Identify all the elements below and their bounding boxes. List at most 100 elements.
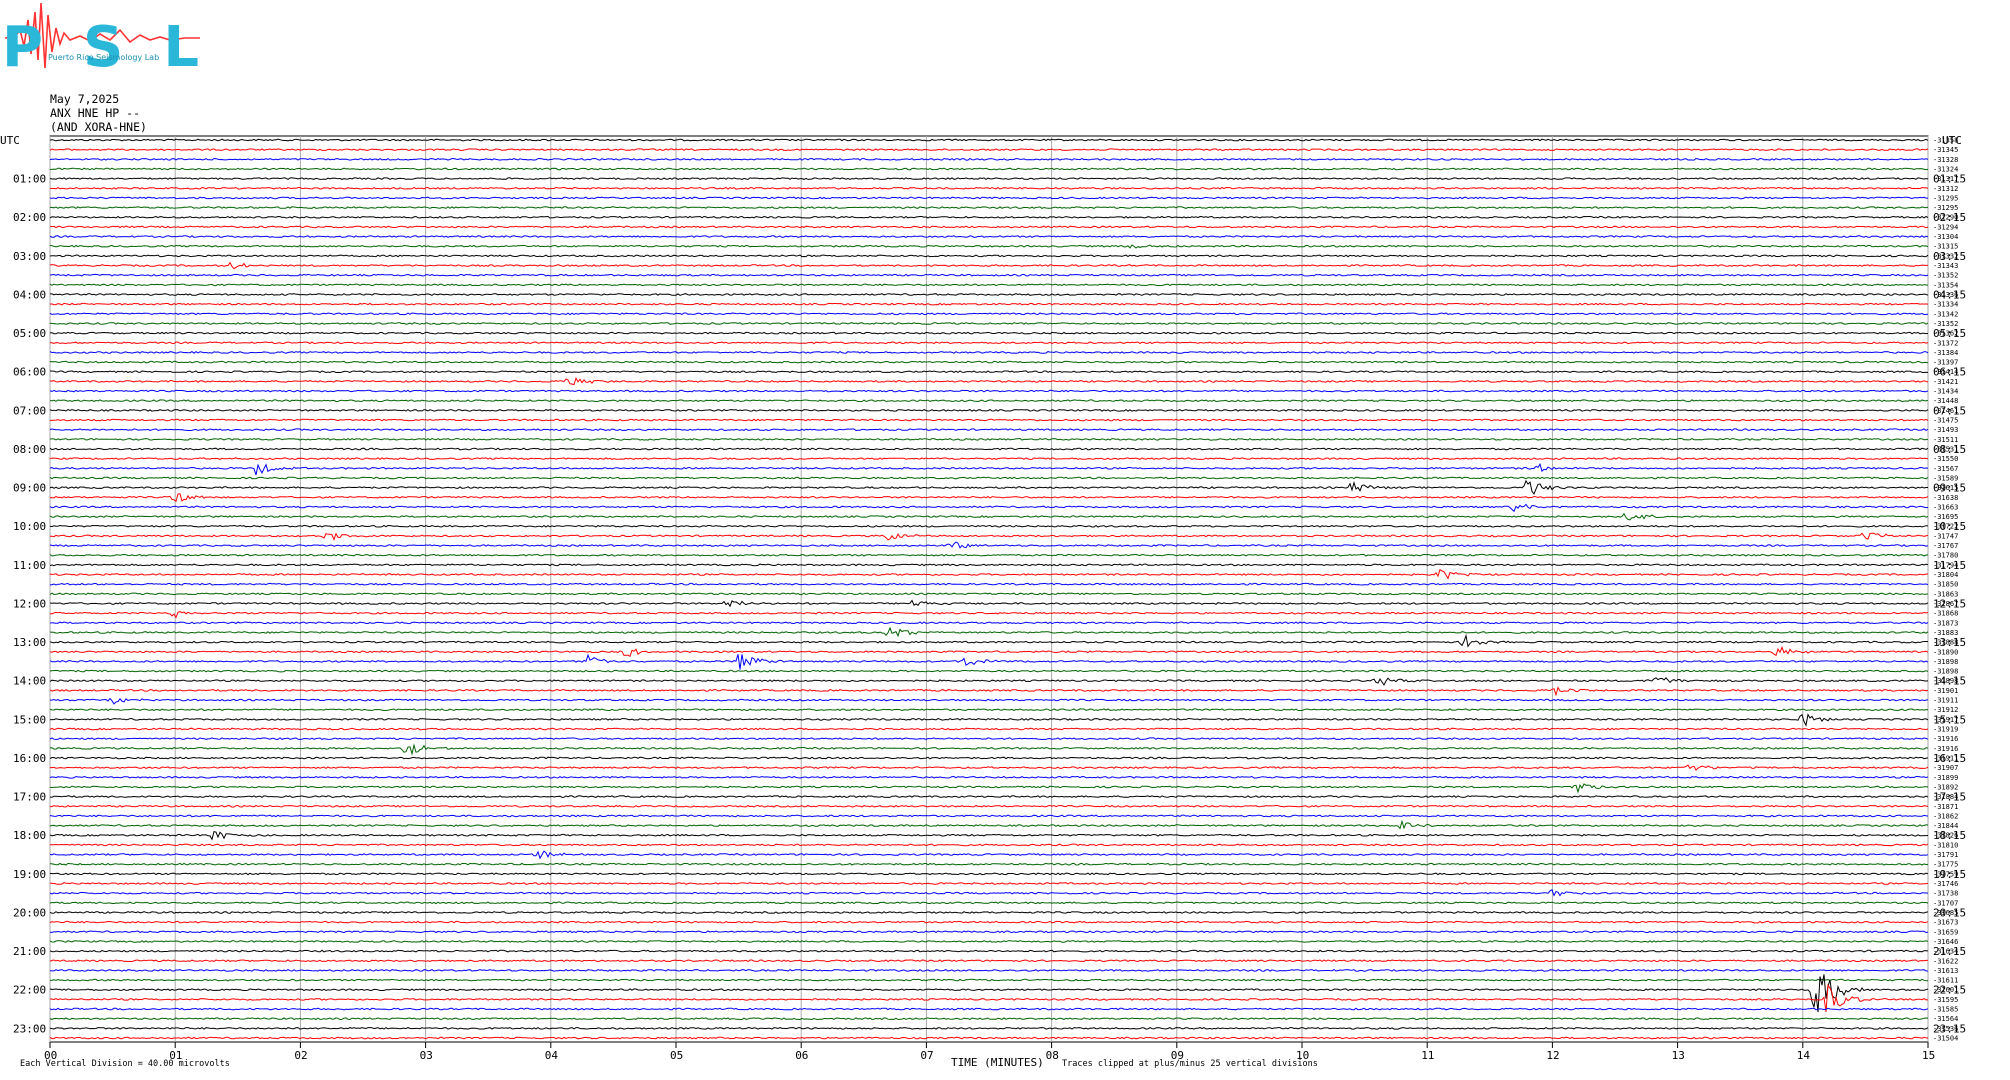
seismic-trace	[49, 225, 1929, 229]
hour-label-right: 20:15	[1933, 906, 1966, 919]
seismic-trace	[49, 775, 1929, 779]
seismic-trace	[49, 888, 1929, 897]
trace-offset-label: -31907	[1933, 764, 1958, 772]
seismic-trace	[49, 830, 1929, 841]
trace-offset-label: -31898	[1933, 658, 1958, 666]
trace-offset-label: -31659	[1933, 928, 1958, 936]
seismic-trace	[49, 476, 1929, 480]
hour-label-left: 16:00	[13, 752, 46, 765]
hour-label-left: 01:00	[13, 173, 46, 186]
trace-offset-label: -31384	[1933, 349, 1958, 357]
hour-label-left: 17:00	[13, 791, 46, 804]
trace-offset-label: -31342	[1933, 310, 1958, 318]
seismic-trace	[49, 756, 1929, 760]
hour-label-right: 07:15	[1933, 404, 1966, 417]
hour-label-right: 13:15	[1933, 636, 1966, 649]
x-tick-label: 07	[920, 1049, 933, 1062]
trace-offset-label: -31747	[1933, 532, 1958, 540]
hour-label-left: 10:00	[13, 520, 46, 533]
hour-label-left: 08:00	[13, 443, 46, 456]
seismic-trace	[49, 850, 1929, 860]
hour-label-left: 13:00	[13, 636, 46, 649]
seismic-trace	[49, 512, 1929, 521]
seismic-trace	[49, 727, 1929, 731]
seismic-trace	[49, 341, 1929, 345]
seismic-trace	[49, 261, 1928, 270]
x-tick-label: 02	[294, 1049, 307, 1062]
trace-offset-label: -31911	[1933, 697, 1958, 705]
seismic-trace	[49, 708, 1929, 712]
hour-label-left: 18:00	[13, 829, 46, 842]
hour-label-right: 08:15	[1933, 443, 1966, 456]
seismic-trace	[49, 254, 1929, 258]
hour-label-right: 19:15	[1933, 868, 1966, 881]
seismic-trace	[49, 1017, 1929, 1021]
seismic-trace	[49, 553, 1929, 557]
x-tick-label: 13	[1672, 1049, 1685, 1062]
trace-offset-label: -31304	[1933, 233, 1958, 241]
seismic-trace	[49, 697, 1929, 705]
hour-label-right: 06:15	[1933, 366, 1966, 379]
seismic-trace	[49, 686, 1929, 697]
hour-label-right: 11:15	[1933, 559, 1966, 572]
seismic-trace	[49, 940, 1929, 943]
trace-offset-label: -31312	[1933, 185, 1958, 193]
trace-offset-label: -31550	[1933, 455, 1958, 463]
hour-label-right: 10:15	[1933, 520, 1966, 533]
seismic-trace	[49, 713, 1929, 727]
utc-label-right: UTC	[1942, 134, 1962, 147]
trace-offset-label: -31850	[1933, 581, 1958, 589]
trace-offset-label: -31804	[1933, 571, 1958, 579]
trace-offset-label: -31343	[1933, 262, 1958, 270]
seismic-trace	[49, 331, 1929, 335]
seismic-trace	[49, 408, 1929, 412]
hour-label-right: 04:15	[1933, 288, 1966, 301]
x-tick-label: 08	[1046, 1049, 1059, 1062]
clip-note: Traces clipped at plus/minus 25 vertical…	[1062, 1059, 1318, 1069]
trace-offset-label: -31873	[1933, 619, 1958, 627]
trace-offset-label: -31673	[1933, 919, 1958, 927]
seismic-trace	[49, 959, 1928, 963]
seismic-trace	[49, 653, 1929, 670]
trace-offset-label: -31738	[1933, 890, 1958, 898]
x-tick-label: 14	[1797, 1049, 1811, 1062]
hour-label-left: 21:00	[13, 945, 46, 958]
trace-offset-label: -31475	[1933, 417, 1958, 425]
scale-note: Each Vertical Division = 40.00 microvolt…	[20, 1059, 230, 1069]
seismic-trace	[49, 447, 1929, 451]
utc-label-left: UTC	[0, 134, 20, 147]
seismic-trace	[49, 911, 1929, 914]
trace-offset-label: -31421	[1933, 378, 1958, 386]
plot-frame	[49, 135, 1929, 1043]
trace-offset-label: -31663	[1933, 503, 1958, 511]
seismic-trace	[49, 428, 1929, 432]
hour-label-right: 16:15	[1933, 752, 1966, 765]
seismic-trace	[50, 611, 1929, 619]
seismic-trace	[49, 206, 1929, 210]
seismic-trace	[49, 968, 1929, 972]
seismic-trace	[49, 177, 1929, 181]
trace-offset-label: -31295	[1933, 194, 1958, 202]
hour-label-left: 12:00	[13, 597, 46, 610]
hour-label-left: 11:00	[13, 559, 46, 572]
seismic-trace	[49, 563, 1929, 567]
seismic-trace	[49, 215, 1929, 219]
hour-label-left: 05:00	[13, 327, 46, 340]
hour-label-right: 01:15	[1933, 173, 1966, 186]
seismic-trace	[49, 1026, 1929, 1030]
trace-offset-label: -31434	[1933, 388, 1958, 396]
seismic-trace	[50, 532, 1929, 542]
seismic-trace	[49, 524, 1929, 528]
seismic-trace	[49, 437, 1929, 441]
seismic-trace	[49, 273, 1929, 277]
hour-label-left: 14:00	[13, 675, 46, 688]
seismic-trace	[49, 930, 1929, 934]
trace-offset-label: -31493	[1933, 426, 1958, 434]
trace-offset-label: -31595	[1933, 996, 1958, 1004]
seismic-trace	[49, 882, 1929, 885]
trace-offset-label: -31334	[1933, 301, 1958, 309]
hour-label-right: 22:15	[1933, 984, 1966, 997]
trace-offset-label: -31352	[1933, 272, 1958, 280]
hour-label-right: 23:15	[1933, 1022, 1966, 1035]
seismic-trace	[49, 283, 1929, 287]
